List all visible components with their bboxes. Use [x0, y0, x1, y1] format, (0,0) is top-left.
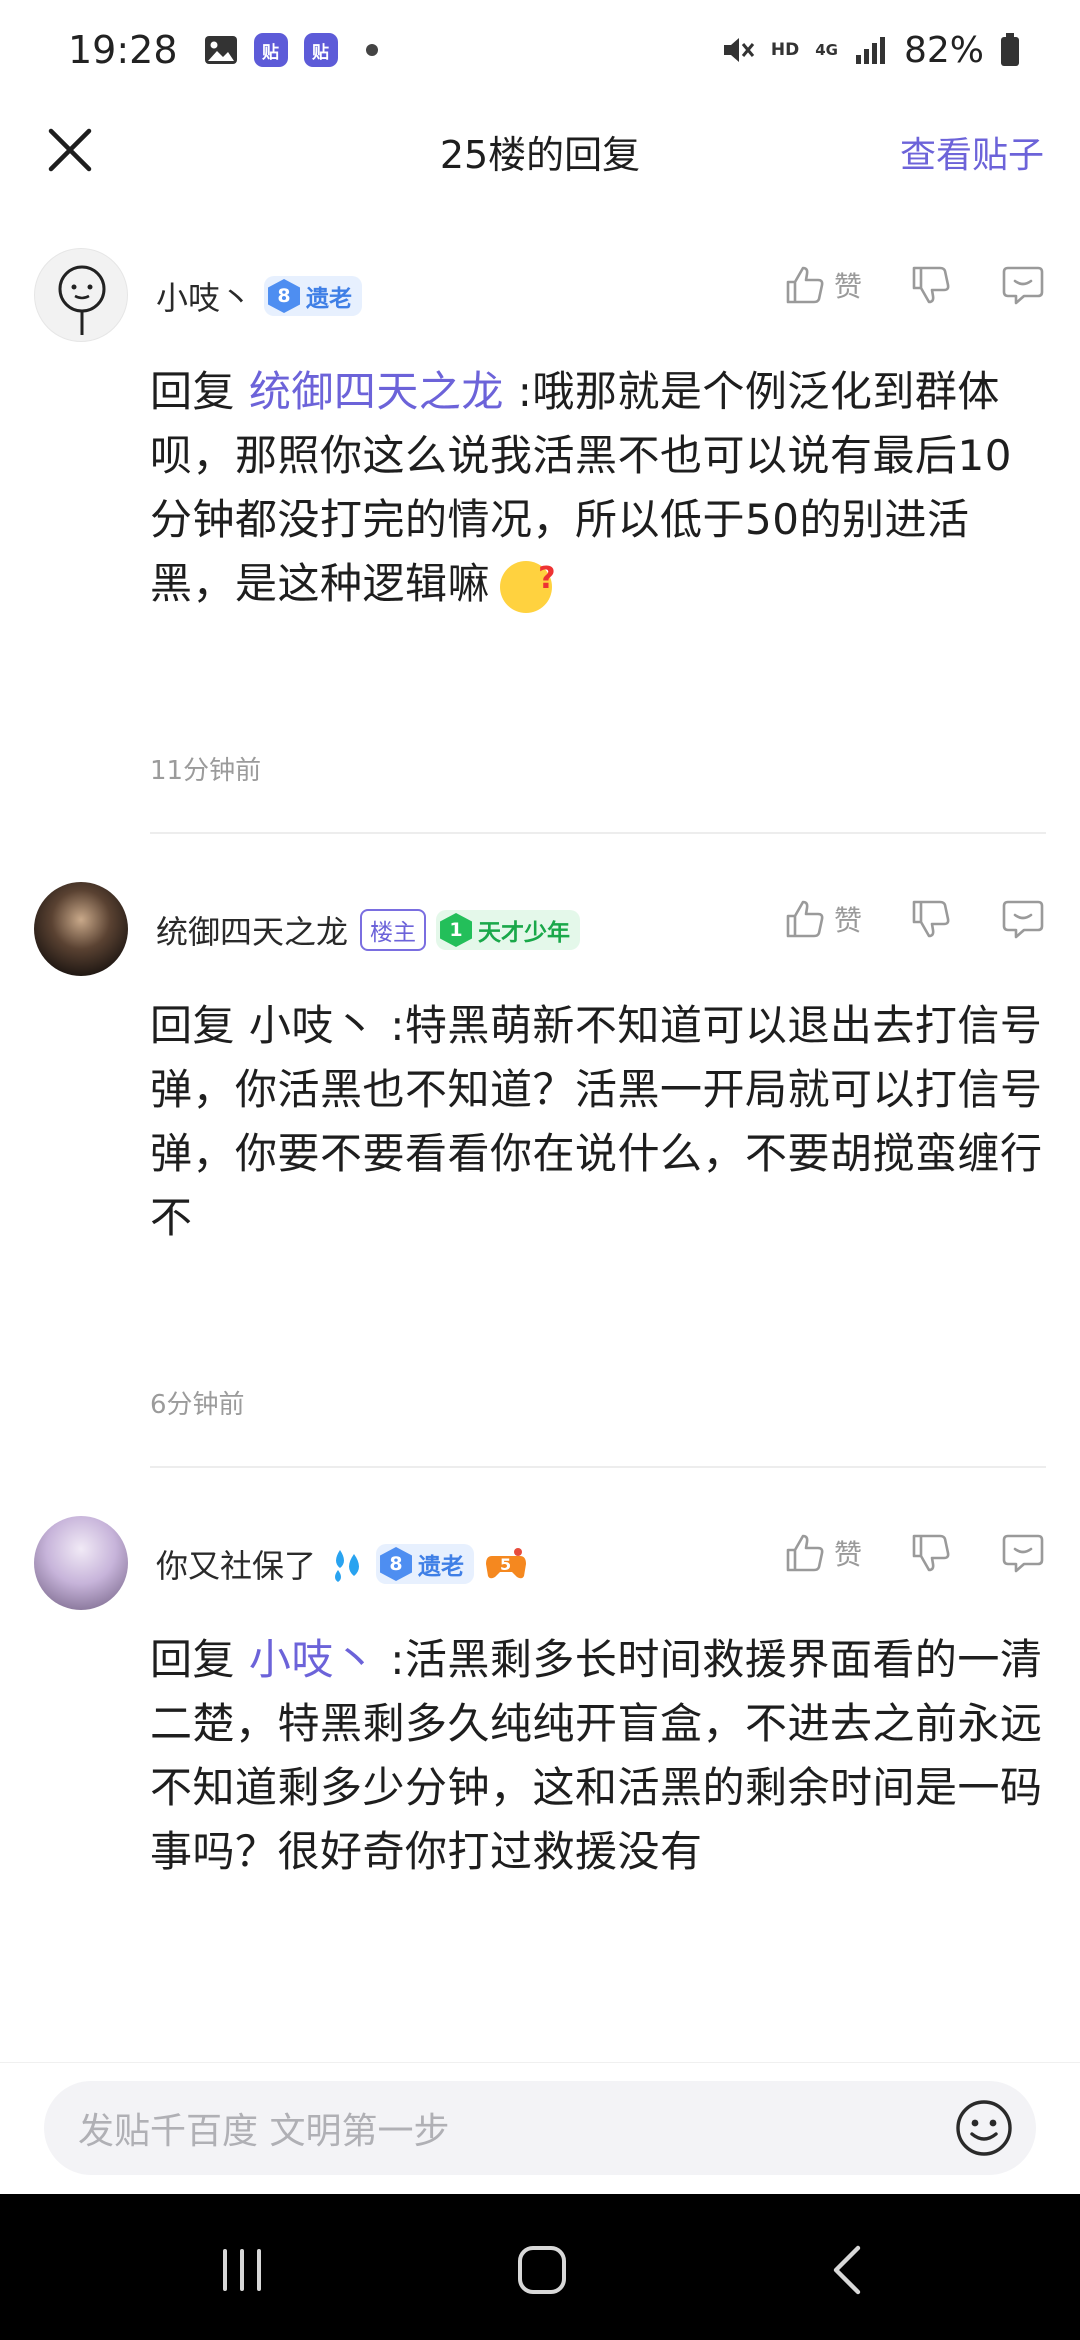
system-nav-bar: [0, 2194, 1080, 2340]
comment-meta: 你又社保了 8 遗老 5: [156, 1536, 536, 1592]
reply-prefix: 回复: [150, 1001, 236, 1050]
level-name: 遗老: [306, 286, 353, 312]
battery-percent: 82%: [903, 29, 984, 71]
level-number: 1: [440, 913, 473, 947]
status-left: 19:28 贴 贴: [68, 28, 378, 72]
comment-meta: 统御四天之龙 楼主 1 天才少年: [156, 902, 590, 958]
comment-icon: [1002, 900, 1044, 939]
reply-to-user[interactable]: 小吱丶: [249, 1001, 377, 1050]
home-icon: [518, 2246, 566, 2294]
reply-to-user[interactable]: 小吱丶: [249, 1635, 377, 1684]
like-label: 赞: [833, 270, 862, 303]
avatar[interactable]: [34, 248, 128, 342]
comment-item: 统御四天之龙 楼主 1 天才少年 赞 回复 小吱丶:特黑萌新不知道可以退出去打…: [0, 844, 1080, 1478]
back-button[interactable]: [818, 2242, 878, 2298]
signal-icon: [854, 35, 888, 65]
page-header: 25楼的回复 查看贴子: [0, 100, 1080, 196]
dislike-button[interactable]: [908, 896, 954, 942]
thumbs-up-icon: [786, 1534, 824, 1572]
thinking-emoji-icon: [500, 547, 556, 613]
tieba-app-icon-2: 贴: [303, 33, 338, 67]
dislike-button[interactable]: [908, 262, 954, 308]
reply-button[interactable]: [1000, 1530, 1046, 1576]
username[interactable]: 小吱丶: [156, 273, 252, 319]
status-time: 19:28: [68, 28, 178, 72]
smiley-icon: [956, 2100, 1012, 2156]
reply-list[interactable]: 小吱丶 8 遗老 赞 回复 统御四天之龙:哦那就是个例泛化到群体呗，那照你这么…: [0, 210, 1080, 2062]
comment-meta: 小吱丶 8 遗老: [156, 268, 372, 324]
divider: [150, 832, 1046, 834]
reply-input-placeholder: 发贴千百度 文明第一步: [78, 2111, 450, 2152]
comment-time: 11分钟前: [150, 756, 262, 786]
reply-button[interactable]: [1000, 896, 1046, 942]
thumbs-down-icon: [912, 1534, 950, 1572]
thumbs-down-icon: [912, 900, 950, 938]
level-badge: 8 遗老: [376, 1544, 475, 1584]
reply-button[interactable]: [1000, 262, 1046, 308]
like-button[interactable]: 赞: [782, 896, 862, 942]
username[interactable]: 统御四天之龙: [156, 907, 348, 953]
thumbs-down-icon: [912, 266, 950, 304]
avatar[interactable]: [34, 882, 128, 976]
level-number: 8: [380, 1547, 413, 1581]
reply-input[interactable]: 发贴千百度 文明第一步: [44, 2081, 1036, 2175]
comment-actions: 赞: [736, 896, 1046, 942]
level-name: 遗老: [418, 1554, 465, 1580]
hd-voice-label: HD: [770, 40, 800, 60]
like-button[interactable]: 赞: [782, 262, 862, 308]
like-label: 赞: [833, 1538, 862, 1571]
comment-text[interactable]: 回复 小吱丶 :特黑萌新不知道可以退出去打信号弹，你活黑也不知道？活黑一开局就可…: [150, 994, 1046, 1250]
floor-owner-badge: 楼主: [360, 909, 427, 951]
screen: 19:28 贴 贴 HD 4G 82% 25楼的回复 查看贴子 小吱丶 8 遗老…: [0, 0, 1080, 2340]
svg-text:5: 5: [500, 1555, 511, 1574]
water-drops-emoji-icon: [328, 1544, 368, 1584]
tieba-app-icon: 贴: [253, 33, 288, 67]
comment-icon: [1002, 1534, 1044, 1573]
more-notifications-dot-icon: [365, 44, 378, 56]
comment-item: 你又社保了 8 遗老 5 赞 回复 小吱丶:活黑剩多长时间救援界面看的一清二楚…: [0, 1478, 1080, 2062]
divider: [150, 1466, 1046, 1468]
status-right: HD 4G 82%: [705, 30, 1020, 71]
reply-input-bar: 发贴千百度 文明第一步: [0, 2062, 1080, 2195]
reply-to-user[interactable]: 统御四天之龙: [249, 367, 504, 416]
comment-actions: 赞: [736, 1530, 1046, 1576]
status-bar: 19:28 贴 贴 HD 4G 82%: [0, 0, 1080, 100]
mute-icon: [721, 34, 755, 66]
level-badge: 1 天才少年: [436, 910, 581, 950]
thumbs-up-icon: [786, 266, 824, 304]
home-button[interactable]: [512, 2242, 572, 2298]
recent-apps-icon: [223, 2249, 261, 2291]
level-number: 8: [268, 279, 301, 313]
username[interactable]: 你又社保了: [156, 1541, 316, 1587]
recent-apps-button[interactable]: [212, 2242, 272, 2298]
emoji-button[interactable]: [954, 2098, 1014, 2158]
view-post-link[interactable]: 查看贴子: [900, 126, 1044, 178]
comment-item: 小吱丶 8 遗老 赞 回复 统御四天之龙:哦那就是个例泛化到群体呗，那照你这么…: [0, 210, 1080, 844]
comment-text[interactable]: 回复 统御四天之龙 :哦那就是个例泛化到群体呗，那照你这么说我活黑不也可以说有最…: [150, 360, 1046, 616]
avatar[interactable]: [34, 1516, 128, 1610]
network-type-label: 4G: [815, 40, 838, 59]
comment-icon: [1002, 266, 1044, 305]
back-icon: [833, 2245, 861, 2295]
comment-time: 6分钟前: [150, 1390, 245, 1420]
thumbs-up-icon: [786, 900, 824, 938]
like-button[interactable]: 赞: [782, 1530, 862, 1576]
level-badge: 8 遗老: [264, 276, 363, 316]
gamepad-badge-icon: 5: [484, 1544, 528, 1584]
reply-prefix: 回复: [150, 1635, 236, 1684]
like-label: 赞: [833, 904, 862, 937]
reply-prefix: 回复: [150, 367, 236, 416]
battery-icon: [1000, 33, 1020, 67]
comment-actions: 赞: [736, 262, 1046, 308]
level-name: 天才少年: [478, 920, 571, 946]
comment-text[interactable]: 回复 小吱丶 :活黑剩多长时间救援界面看的一清二楚，特黑剩多久纯纯开盲盒，不进去…: [150, 1628, 1046, 1884]
gallery-icon: [204, 35, 238, 65]
dislike-button[interactable]: [908, 1530, 954, 1576]
